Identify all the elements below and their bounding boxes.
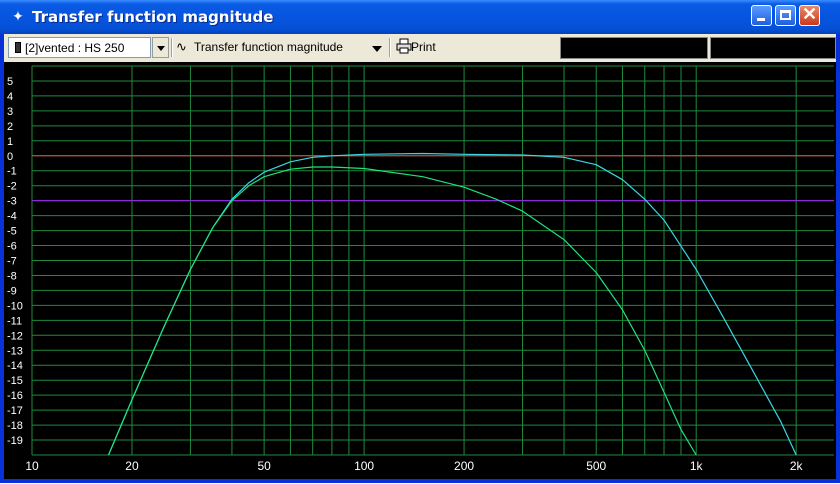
x-tick-label: 20 [125,459,139,473]
y-tick-label: 1 [7,136,13,148]
x-tick-label: 2k [790,459,804,473]
x-tick-label: 500 [586,459,606,473]
y-tick-label: -3 [7,196,17,208]
y-tick-label: -7 [7,256,17,268]
y-tick-label: -2 [7,181,17,193]
project-select-value: [2]vented : HS 250 [25,41,125,55]
x-tick-label: 50 [257,459,271,473]
project-select-dropdown-button[interactable] [152,37,169,58]
y-tick-label: -19 [7,435,23,447]
y-tick-label: -4 [7,211,17,223]
x-tick-label: 1k [690,459,704,473]
x-tick-label: 10 [25,459,39,473]
minimize-button[interactable] [751,5,772,26]
title-bar[interactable]: ✦ Transfer function magnitude ✕ [0,0,840,34]
readout-panel-1 [560,37,708,59]
y-tick-label: -1 [7,166,17,178]
x-tick-label: 100 [354,459,374,473]
close-button[interactable]: ✕ [799,5,820,26]
maximize-icon [780,10,791,20]
project-select[interactable]: [2]vented : HS 250 [8,37,151,58]
y-tick-label: -9 [7,285,17,297]
speaker-icon [15,42,21,53]
y-tick-label: -13 [7,345,23,357]
app-window: ✦ Transfer function magnitude ✕ [2]vente… [0,0,840,483]
graph-type-dropdown-icon[interactable] [372,46,382,52]
x-tick-label: 200 [454,459,474,473]
toolbar: [2]vented : HS 250 ∿ Transfer function m… [4,34,836,62]
y-tick-label: -12 [7,330,23,342]
toolbar-separator [389,38,391,57]
printer-icon [396,38,412,54]
chevron-down-icon [157,46,165,51]
y-tick-label: -11 [7,315,22,327]
y-tick-label: -17 [7,405,23,417]
print-label: Print [411,40,436,54]
y-tick-label: 0 [7,151,13,163]
y-tick-label: 5 [7,76,13,88]
y-tick-label: -16 [7,390,23,402]
plot-area[interactable]: 5 4 3 2 1 0 -1 -2 -3 -4 -5 -6 -7 -8 -9 -10 -11 -12 -13 -14-… [4,62,836,479]
y-tick-label: -8 [7,270,17,282]
y-tick-label: -10 [7,300,23,312]
y-tick-label: 3 [7,106,13,118]
crosshair-icon: ✦ [12,8,24,24]
y-tick-label: -5 [7,226,17,238]
y-tick-label: 2 [7,121,13,133]
close-icon: ✕ [801,4,818,24]
series-line-2 [107,166,697,455]
magnitude-chart[interactable]: 543210-1-2-3-4-5-6-7-8-9-10-11-12-13-14-… [4,62,836,479]
maximize-button[interactable] [775,5,796,26]
y-tick-label: -18 [7,420,23,432]
graph-type-label: Transfer function magnitude [194,40,343,54]
minimize-icon [757,18,765,21]
toolbar-separator [171,38,173,57]
y-tick-label: -6 [7,241,17,253]
y-tick-label: -15 [7,375,23,387]
readout-panel-2 [710,37,836,59]
y-tick-label: -14 [7,360,23,372]
curve-icon: ∿ [176,39,187,54]
y-tick-label: 4 [7,91,13,103]
window-title: Transfer function magnitude [32,8,274,26]
